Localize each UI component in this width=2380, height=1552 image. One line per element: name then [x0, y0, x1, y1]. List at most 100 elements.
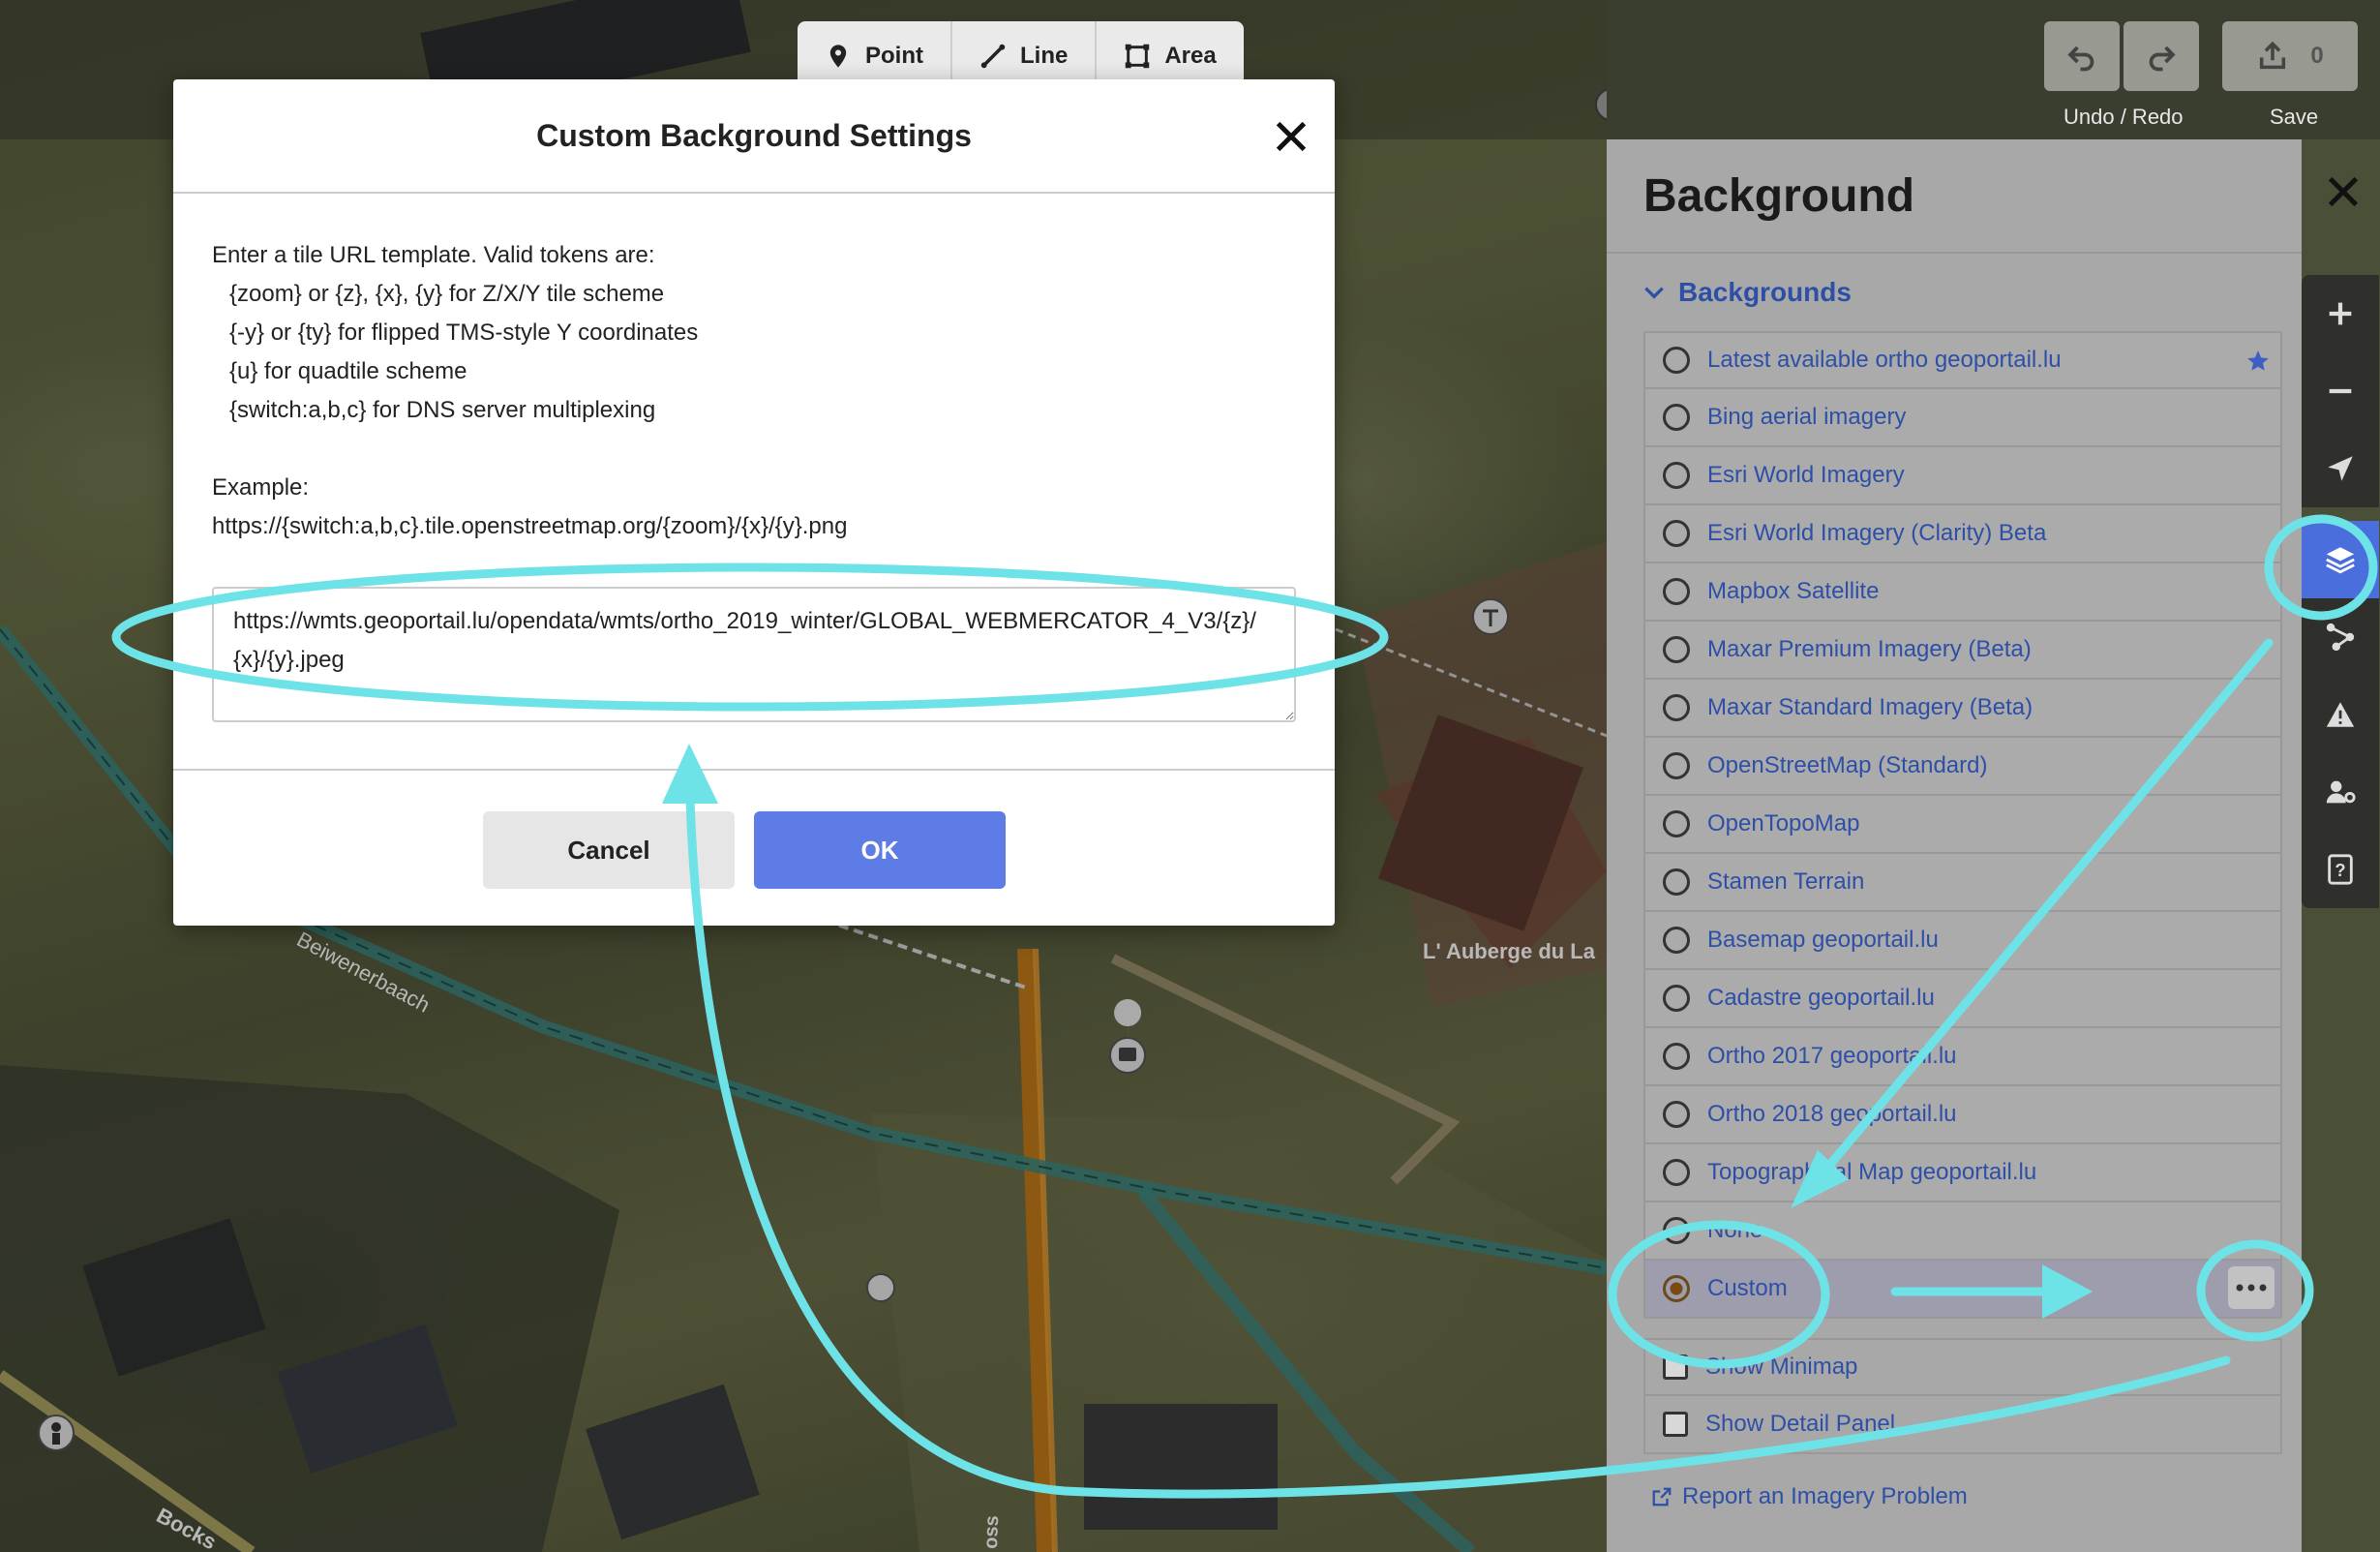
background-item-label: Esri World Imagery (Clarity) Beta: [1707, 520, 2047, 546]
background-item-label: Ortho 2017 geoportail.lu: [1707, 1043, 1957, 1069]
show-minimap-option[interactable]: Show Minimap: [1643, 1338, 2282, 1396]
background-item[interactable]: OpenTopoMap: [1643, 796, 2282, 854]
radio-button[interactable]: [1663, 868, 1690, 896]
radio-button-selected[interactable]: [1663, 1275, 1690, 1302]
svg-text:?: ?: [2335, 860, 2345, 880]
backgrounds-section-title: Backgrounds: [1678, 277, 1852, 307]
instructions: Enter a tile URL template. Valid tokens …: [212, 236, 1296, 546]
token-line: {switch:a,b,c} for DNS server multiplexi…: [229, 397, 656, 423]
radio-button[interactable]: [1663, 985, 1690, 1012]
background-item-label: Maxar Premium Imagery (Beta): [1707, 636, 2032, 662]
background-list: Latest available ortho geoportail.lu Bin…: [1643, 331, 2282, 1319]
background-item[interactable]: Topographical Map geoportail.lu: [1643, 1144, 2282, 1202]
radio-button[interactable]: [1663, 347, 1690, 374]
background-item[interactable]: Maxar Premium Imagery (Beta): [1643, 622, 2282, 680]
user-settings-icon: [2326, 780, 2356, 804]
background-item-label: None: [1707, 1217, 1763, 1243]
panel-header: Background: [1607, 139, 2302, 254]
dialog-title: Custom Background Settings: [536, 117, 972, 153]
dialog-close-button[interactable]: [1269, 114, 1313, 159]
radio-button[interactable]: [1663, 404, 1690, 431]
zoom-out-button[interactable]: [2302, 352, 2379, 430]
background-item[interactable]: Bing aerial imagery: [1643, 389, 2282, 447]
background-pane-button[interactable]: [2302, 521, 2379, 598]
background-item[interactable]: Cadastre geoportail.lu: [1643, 970, 2282, 1028]
background-item[interactable]: Basemap geoportail.lu: [1643, 912, 2282, 970]
show-detail-panel-option[interactable]: Show Detail Panel: [1643, 1396, 2282, 1454]
radio-button[interactable]: [1663, 520, 1690, 547]
background-item[interactable]: Ortho 2017 geoportail.lu: [1643, 1028, 2282, 1086]
radio-button[interactable]: [1663, 578, 1690, 605]
background-item-label: OpenTopoMap: [1707, 810, 1860, 837]
background-item[interactable]: OpenStreetMap (Standard): [1643, 738, 2282, 796]
background-item-label: Maxar Standard Imagery (Beta): [1707, 694, 2034, 720]
point-icon: [829, 45, 847, 68]
panel-title: Background: [1643, 169, 1915, 222]
undo-redo-group: [2044, 21, 2199, 91]
option-label: Show Detail Panel: [1705, 1411, 1896, 1437]
close-icon: [2328, 176, 2359, 207]
minimap-checkbox[interactable]: [1663, 1354, 1688, 1380]
custom-settings-button[interactable]: [2228, 1266, 2275, 1309]
example-label: Example:: [212, 474, 310, 501]
undo-redo-label: Undo / Redo: [2064, 105, 2184, 129]
radio-button[interactable]: [1663, 1043, 1690, 1070]
display-options: Show Minimap Show Detail Panel: [1643, 1338, 2282, 1454]
add-line-label: Line: [1020, 43, 1069, 69]
background-item[interactable]: Mapbox Satellite: [1643, 563, 2282, 622]
background-item-custom[interactable]: Custom: [1643, 1261, 2282, 1319]
radio-button[interactable]: [1663, 462, 1690, 489]
save-button[interactable]: 0: [2222, 21, 2358, 91]
help-pane-button[interactable]: ?: [2302, 831, 2379, 908]
detail-panel-checkbox[interactable]: [1663, 1412, 1688, 1437]
dialog-footer: Cancel OK: [173, 769, 1335, 926]
example-url: https://{switch:a,b,c}.tile.openstreetma…: [212, 513, 848, 539]
area-icon: [1126, 44, 1150, 69]
upload-icon: [2260, 41, 2286, 70]
background-item[interactable]: Stamen Terrain: [1643, 854, 2282, 912]
cancel-button[interactable]: Cancel: [483, 811, 735, 889]
token-line: {u} for quadtile scheme: [229, 358, 467, 384]
background-item[interactable]: Latest available ortho geoportail.lu: [1643, 331, 2282, 389]
plus-icon: [2329, 302, 2352, 325]
background-item-label: Cadastre geoportail.lu: [1707, 985, 1935, 1011]
radio-button[interactable]: [1663, 1101, 1690, 1128]
location-arrow-icon: [2328, 456, 2353, 481]
report-imagery-label: Report an Imagery Problem: [1682, 1483, 1968, 1509]
background-item-label: Bing aerial imagery: [1707, 404, 1907, 430]
star-icon: [2247, 350, 2269, 371]
ok-button[interactable]: OK: [754, 811, 1006, 889]
save-count: 0: [2310, 43, 2324, 69]
tile-url-input[interactable]: [212, 587, 1296, 722]
map-data-pane-button[interactable]: [2302, 598, 2379, 676]
background-item[interactable]: Esri World Imagery (Clarity) Beta: [1643, 505, 2282, 563]
zoom-in-button[interactable]: [2302, 275, 2379, 352]
radio-button[interactable]: [1663, 694, 1690, 721]
background-panel: Background Backgrounds Latest available …: [1607, 139, 2302, 1552]
radio-button[interactable]: [1663, 1159, 1690, 1186]
radio-button[interactable]: [1663, 636, 1690, 663]
issues-pane-button[interactable]: [2302, 676, 2379, 753]
preferences-pane-button[interactable]: [2302, 753, 2379, 831]
redo-button[interactable]: [2124, 21, 2199, 91]
geolocate-button[interactable]: [2302, 430, 2379, 507]
map-data-icon: [2326, 623, 2355, 652]
report-imagery-link[interactable]: Report an Imagery Problem: [1651, 1483, 1968, 1510]
token-line: {-y} or {ty} for flipped TMS-style Y coo…: [229, 320, 699, 346]
undo-button[interactable]: [2044, 21, 2120, 91]
radio-button[interactable]: [1663, 810, 1690, 837]
radio-button[interactable]: [1663, 752, 1690, 779]
background-item-label: Custom: [1707, 1275, 1788, 1301]
background-item-label: Ortho 2018 geoportail.lu: [1707, 1101, 1957, 1127]
background-item-label: Stamen Terrain: [1707, 868, 1865, 895]
background-item[interactable]: None: [1643, 1202, 2282, 1261]
background-item[interactable]: Maxar Standard Imagery (Beta): [1643, 680, 2282, 738]
background-item[interactable]: Esri World Imagery: [1643, 447, 2282, 505]
panel-close-button[interactable]: [2324, 172, 2363, 211]
instructions-intro: Enter a tile URL template. Valid tokens …: [212, 242, 655, 268]
background-item[interactable]: Ortho 2018 geoportail.lu: [1643, 1086, 2282, 1144]
background-item-label: Esri World Imagery: [1707, 462, 1905, 488]
backgrounds-section-toggle[interactable]: Backgrounds: [1642, 277, 1852, 308]
radio-button[interactable]: [1663, 927, 1690, 954]
radio-button[interactable]: [1663, 1217, 1690, 1244]
